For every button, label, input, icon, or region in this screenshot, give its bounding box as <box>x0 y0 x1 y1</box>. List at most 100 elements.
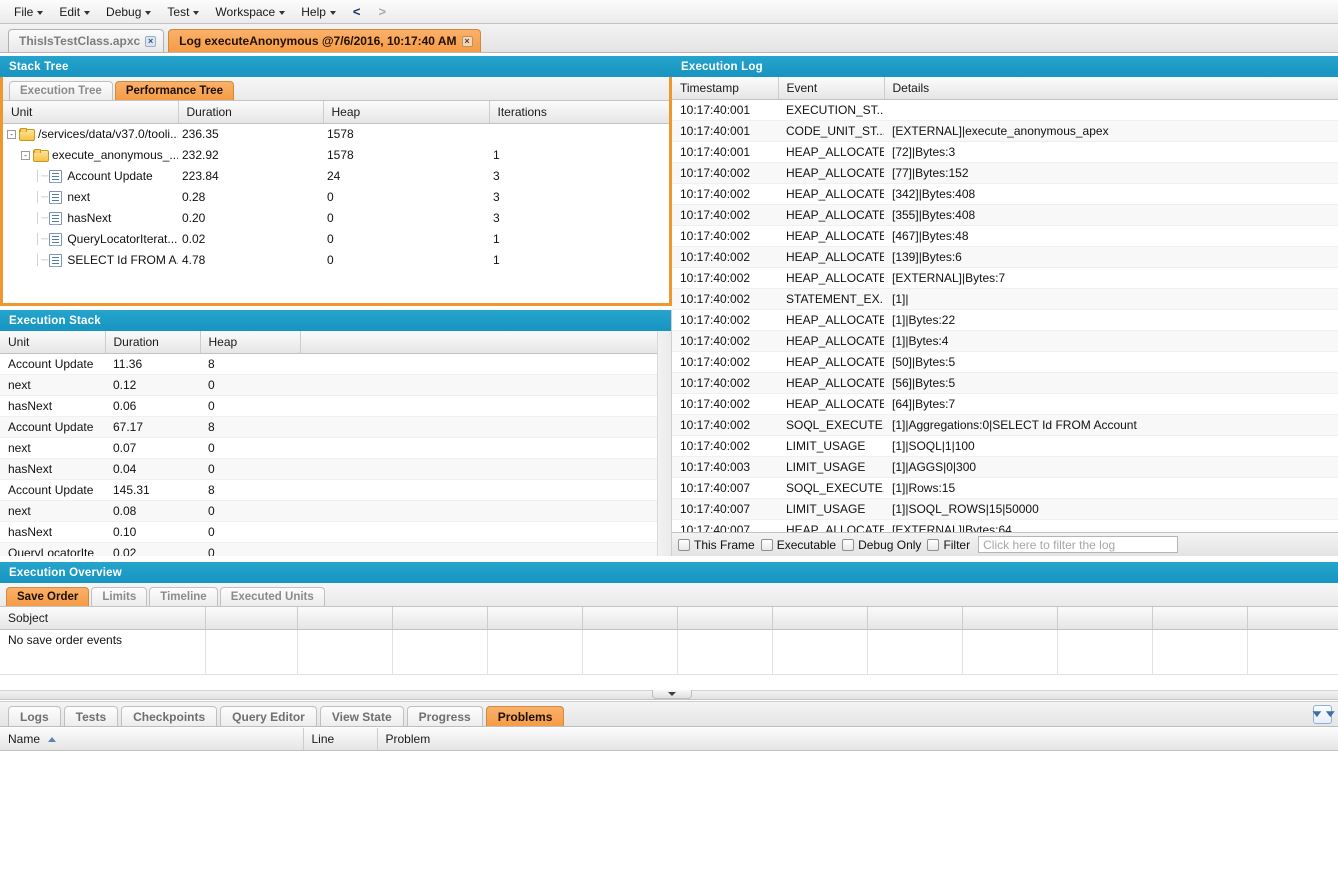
checkbox-icon[interactable] <box>760 538 773 551</box>
log-filter-input[interactable] <box>978 536 1179 553</box>
nav-forward-icon[interactable]: > <box>370 2 396 21</box>
column-header-iterations[interactable]: Iterations <box>489 101 669 124</box>
checkbox-icon[interactable] <box>927 538 940 551</box>
tree-row[interactable]: │─ Account Update 223.84 24 3 <box>3 165 669 187</box>
column-header-duration[interactable]: Duration <box>105 331 201 354</box>
log-row[interactable]: 10:17:40:002 HEAP_ALLOCATE [1]|Bytes:22 <box>672 309 1338 331</box>
table-row[interactable]: next 0.08 0 <box>0 500 671 522</box>
column-header-blank-3[interactable] <box>392 607 488 630</box>
horizontal-splitter[interactable] <box>0 690 1338 700</box>
column-header-problem[interactable]: Problem <box>377 728 1338 751</box>
menu-test[interactable]: Test <box>159 3 207 21</box>
file-tab-this-is-test-class[interactable]: ThisIsTestClass.apxc × <box>8 29 165 52</box>
checkbox-this-frame[interactable]: This Frame <box>678 538 755 552</box>
tab-limits[interactable]: Limits <box>91 587 148 606</box>
column-header-event[interactable]: Event <box>778 77 885 100</box>
tab-executed-units[interactable]: Executed Units <box>219 587 325 606</box>
column-header-blank-1[interactable] <box>205 607 298 630</box>
log-row[interactable]: 10:17:40:001 HEAP_ALLOCATE [72]|Bytes:3 <box>672 141 1338 163</box>
tree-row[interactable]: - /services/data/v37.0/tooli... 236.35 1578 <box>3 123 669 145</box>
expand-panel-chevron-down-icon[interactable]: ▼▼ <box>1309 705 1337 724</box>
column-header-blank-12[interactable] <box>1247 607 1338 630</box>
log-row[interactable]: 10:17:40:002 HEAP_ALLOCATE [64]|Bytes:7 <box>672 393 1338 415</box>
tab-progress[interactable]: Progress <box>406 706 483 726</box>
log-row[interactable]: 10:17:40:002 STATEMENT_EX... [1]| <box>672 288 1338 310</box>
tab-query-editor[interactable]: Query Editor <box>220 706 317 726</box>
table-row[interactable]: next 0.07 0 <box>0 437 671 459</box>
column-header-sobject[interactable]: Sobject <box>0 607 206 630</box>
tree-row[interactable]: │─ QueryLocatorIterat... 0.02 0 1 <box>3 228 669 250</box>
column-header-details[interactable]: Details <box>884 77 1338 100</box>
log-row[interactable]: 10:17:40:001 CODE_UNIT_ST... [EXTERNAL]|ex… <box>672 120 1338 142</box>
column-header-blank-6[interactable] <box>677 607 773 630</box>
column-header-blank-4[interactable] <box>487 607 583 630</box>
column-header-blank-7[interactable] <box>772 607 868 630</box>
table-row[interactable]: Account Update 145.31 8 <box>0 479 671 501</box>
tree-toggle-collapse-icon[interactable]: - <box>7 129 16 139</box>
column-header-unit[interactable]: Unit <box>0 331 106 354</box>
log-row[interactable]: 10:17:40:002 HEAP_ALLOCATE [77]|Bytes:152 <box>672 162 1338 184</box>
column-header-line[interactable]: Line <box>303 728 378 751</box>
log-row[interactable]: 10:17:40:007 LIMIT_USAGE [1]|SOQL_ROWS|15|… <box>672 498 1338 520</box>
nav-back-icon[interactable]: < <box>344 2 370 21</box>
log-row[interactable]: 10:17:40:002 HEAP_ALLOCATE [EXTERNAL]|Byte… <box>672 267 1338 289</box>
column-header-blank-5[interactable] <box>582 607 678 630</box>
log-row[interactable]: 10:17:40:007 HEAP_ALLOCATE [EXTERNAL]|Byte… <box>672 519 1338 532</box>
table-row[interactable]: hasNext 0.04 0 <box>0 458 671 480</box>
column-header-heap[interactable]: Heap <box>323 101 490 124</box>
tree-row[interactable]: │─ SELECT Id FROM A... 4.78 0 1 <box>3 249 669 271</box>
tab-view-state[interactable]: View State <box>319 706 404 726</box>
tab-save-order[interactable]: Save Order <box>6 587 90 606</box>
column-header-heap[interactable]: Heap <box>200 331 301 354</box>
log-row[interactable]: 10:17:40:002 HEAP_ALLOCATE [139]|Bytes:6 <box>672 246 1338 268</box>
tab-tests[interactable]: Tests <box>63 706 119 726</box>
menu-edit[interactable]: Edit <box>51 3 98 21</box>
checkbox-filter[interactable]: Filter <box>927 538 970 552</box>
tab-timeline[interactable]: Timeline <box>149 587 218 606</box>
tab-logs[interactable]: Logs <box>8 706 61 726</box>
column-header-duration[interactable]: Duration <box>178 101 324 124</box>
log-row[interactable]: 10:17:40:002 HEAP_ALLOCATE [1]|Bytes:4 <box>672 330 1338 352</box>
checkbox-executable[interactable]: Executable <box>760 538 836 552</box>
tab-performance-tree[interactable]: Performance Tree <box>114 81 234 100</box>
checkbox-icon[interactable] <box>678 538 690 551</box>
table-row[interactable]: next 0.12 0 <box>0 374 671 396</box>
file-tab-log-execute-anonymous[interactable]: Log executeAnonymous @7/6/2016, 10:17:40… <box>168 29 481 52</box>
menu-debug[interactable]: Debug <box>98 3 159 21</box>
column-header-timestamp[interactable]: Timestamp <box>672 77 779 100</box>
table-row[interactable]: hasNext 0.06 0 <box>0 395 671 417</box>
close-icon[interactable]: × <box>145 35 157 47</box>
column-header-blank-11[interactable] <box>1152 607 1248 630</box>
log-row[interactable]: 10:17:40:002 LIMIT_USAGE [1]|SOQL|1|100 <box>672 435 1338 457</box>
collapse-handle[interactable] <box>652 690 692 699</box>
checkbox-debug-only[interactable]: Debug Only <box>842 538 921 552</box>
execution-stack-scrollbar[interactable] <box>657 331 671 556</box>
column-header-unit[interactable]: Unit <box>3 101 179 124</box>
menu-workspace[interactable]: Workspace <box>207 3 293 21</box>
tab-execution-tree[interactable]: Execution Tree <box>9 81 113 100</box>
menu-file[interactable]: File <box>6 3 51 21</box>
column-header-blank-9[interactable] <box>962 607 1058 630</box>
menu-help[interactable]: Help <box>293 3 344 21</box>
table-row[interactable]: Account Update 11.36 8 <box>0 353 671 375</box>
tree-toggle-collapse-icon[interactable]: - <box>21 150 30 160</box>
column-header-blank-10[interactable] <box>1057 607 1153 630</box>
column-header-blank-2[interactable] <box>297 607 393 630</box>
column-header-blank-8[interactable] <box>867 607 963 630</box>
log-row[interactable]: 10:17:40:002 SOQL_EXECUTE... [1]|Aggregati… <box>672 414 1338 436</box>
log-row[interactable]: 10:17:40:001 EXECUTION_ST... <box>672 99 1338 121</box>
tree-row[interactable]: │─ next 0.28 0 3 <box>3 186 669 208</box>
tree-row[interactable]: - execute_anonymous_... 232.92 1578 1 <box>3 144 669 166</box>
log-row[interactable]: 10:17:40:003 LIMIT_USAGE [1]|AGGS|0|300 <box>672 456 1338 478</box>
table-row[interactable]: Account Update 67.17 8 <box>0 416 671 438</box>
tree-row[interactable]: │─ hasNext 0.20 0 3 <box>3 207 669 229</box>
log-row[interactable]: 10:17:40:002 HEAP_ALLOCATE [56]|Bytes:5 <box>672 372 1338 394</box>
table-row[interactable]: QueryLocatorIte 0.02 0 <box>0 542 671 556</box>
close-icon[interactable]: × <box>461 35 473 47</box>
log-row[interactable]: 10:17:40:002 HEAP_ALLOCATE [342]|Bytes:408 <box>672 183 1338 205</box>
tab-checkpoints[interactable]: Checkpoints <box>121 706 218 726</box>
log-row[interactable]: 10:17:40:002 HEAP_ALLOCATE [467]|Bytes:48 <box>672 225 1338 247</box>
log-row[interactable]: 10:17:40:002 HEAP_ALLOCATE [355]|Bytes:408 <box>672 204 1338 226</box>
table-row[interactable]: hasNext 0.10 0 <box>0 521 671 543</box>
checkbox-icon[interactable] <box>842 538 855 551</box>
